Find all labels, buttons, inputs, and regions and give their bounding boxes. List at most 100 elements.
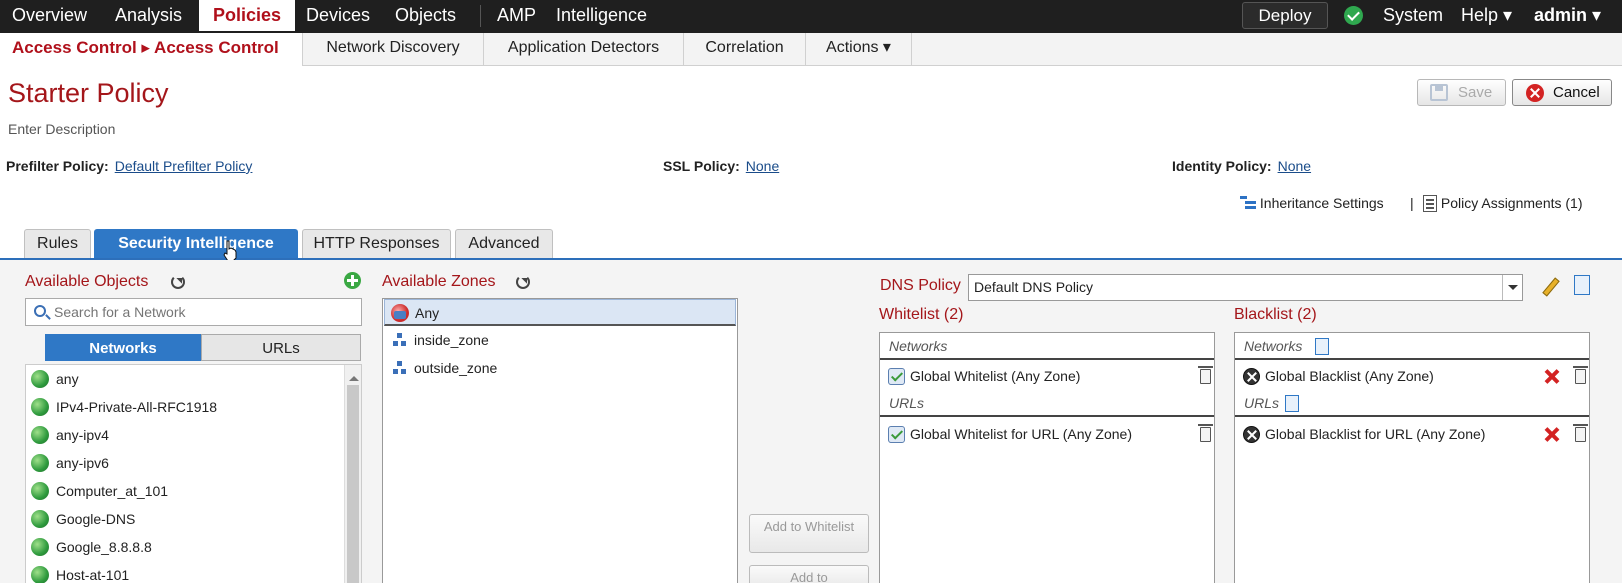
identity-policy: Identity Policy: None [1172, 158, 1311, 174]
tab-http-responses[interactable]: HTTP Responses [302, 229, 451, 259]
nav-objects[interactable]: Objects [395, 0, 456, 31]
blacklist-network-item[interactable]: Global Blacklist (Any Zone) [1235, 363, 1589, 390]
nav-system[interactable]: System [1383, 0, 1443, 31]
zone-item-any[interactable]: Any [384, 299, 736, 326]
segment-networks[interactable]: Networks [45, 334, 201, 361]
list-item-label: any-ipv4 [56, 427, 109, 443]
available-zones-list: Any inside_zone outside_zone [382, 298, 738, 583]
delete-trash-icon[interactable] [1198, 424, 1213, 442]
subnav-correlation[interactable]: Correlation [684, 33, 806, 66]
policy-assignments-link[interactable]: Policy Assignments (1) [1423, 195, 1583, 212]
tab-security-intelligence[interactable]: Security Intelligence [94, 229, 298, 259]
inheritance-settings-label: Inheritance Settings [1259, 195, 1384, 211]
dns-policy-value: Default DNS Policy [974, 279, 1094, 295]
zone-item-outside[interactable]: outside_zone [384, 355, 736, 382]
sub-navigation: Access Control ▸ Access Control Network … [0, 33, 1622, 66]
ssl-policy: SSL Policy: None [663, 158, 779, 174]
status-ok-icon[interactable] [1344, 6, 1363, 25]
available-objects-list: any IPv4-Private-All-RFC1918 any-ipv4 an… [25, 364, 362, 583]
delete-trash-icon[interactable] [1573, 424, 1588, 442]
blacklist-network-label: Global Blacklist (Any Zone) [1265, 368, 1434, 384]
nav-help[interactable]: Help ▾ [1461, 0, 1512, 31]
subnav-actions[interactable]: Actions ▾ [806, 33, 912, 66]
ssl-link[interactable]: None [746, 158, 779, 174]
add-to-whitelist-button[interactable]: Add to Whitelist [749, 514, 869, 553]
refresh-objects-icon[interactable] [171, 275, 185, 289]
zone-label: outside_zone [414, 360, 498, 376]
zone-label: Any [415, 305, 440, 321]
separator: | [1410, 195, 1414, 211]
list-item[interactable]: any-ipv6 [31, 452, 109, 474]
list-item-label: Google_8.8.8.8 [56, 539, 152, 555]
prefilter-policy: Prefilter Policy: Default Prefilter Polic… [6, 158, 252, 174]
whitelist-icon [888, 368, 905, 385]
blacklist-icon [1243, 368, 1260, 385]
subnav-application-detectors[interactable]: Application Detectors [484, 33, 684, 66]
view-report-icon[interactable] [1574, 275, 1590, 295]
top-navigation: Overview Analysis Policies Devices Objec… [0, 0, 1622, 33]
nav-policies[interactable]: Policies [199, 0, 295, 31]
nav-overview[interactable]: Overview [12, 0, 87, 31]
zone-item-inside[interactable]: inside_zone [384, 327, 736, 354]
blacklist-url-icon [1243, 426, 1260, 443]
identity-link[interactable]: None [1278, 158, 1311, 174]
delete-trash-icon[interactable] [1198, 366, 1213, 384]
prefilter-link[interactable]: Default Prefilter Policy [115, 158, 253, 174]
inheritance-settings-link[interactable]: Inheritance Settings [1240, 195, 1384, 211]
segment-urls[interactable]: URLs [201, 334, 361, 361]
policy-description[interactable]: Enter Description [8, 121, 115, 137]
list-item[interactable]: Google_8.8.8.8 [31, 536, 152, 558]
network-search-field[interactable] [25, 298, 362, 326]
search-input[interactable] [54, 304, 344, 320]
network-globe-icon [31, 426, 49, 444]
add-object-icon[interactable] [344, 272, 361, 289]
available-objects-title: Available Objects [25, 273, 149, 290]
list-item[interactable]: Computer_at_101 [31, 480, 168, 502]
prefilter-label: Prefilter Policy: [6, 158, 109, 174]
tab-advanced[interactable]: Advanced [455, 229, 553, 259]
blacklist-urls-report-icon[interactable] [1285, 395, 1299, 412]
list-item[interactable]: any-ipv4 [31, 424, 109, 446]
ssl-label: SSL Policy: [663, 158, 740, 174]
objects-scrollbar[interactable] [344, 365, 361, 583]
blacklist-networks-report-icon[interactable] [1315, 338, 1329, 355]
blacklist-title: Blacklist (2) [1234, 306, 1317, 323]
whitelist-url-icon [888, 426, 905, 443]
blacklist-urls-header: URLs [1235, 390, 1589, 417]
remove-x-icon[interactable] [1544, 426, 1560, 442]
cancel-button[interactable]: Cancel [1512, 79, 1612, 106]
tab-rules[interactable]: Rules [24, 229, 91, 259]
add-to-blacklist-button[interactable]: Add to [749, 565, 869, 583]
list-item[interactable]: IPv4-Private-All-RFC1918 [31, 396, 217, 418]
chevron-down-icon[interactable] [1502, 275, 1522, 300]
list-item[interactable]: any [31, 368, 79, 390]
breadcrumb[interactable]: Access Control ▸ Access Control [0, 33, 303, 66]
scroll-thumb[interactable] [347, 385, 359, 583]
whitelist-url-item[interactable]: Global Whitelist for URL (Any Zone) [880, 421, 1214, 448]
blacklist-url-item[interactable]: Global Blacklist for URL (Any Zone) [1235, 421, 1589, 448]
identity-label: Identity Policy: [1172, 158, 1272, 174]
nav-analysis[interactable]: Analysis [115, 0, 182, 31]
hand-cursor-icon [223, 240, 237, 262]
remove-x-icon[interactable] [1544, 368, 1560, 384]
list-item-label: Computer_at_101 [56, 483, 169, 499]
nav-intelligence[interactable]: Intelligence [556, 0, 647, 31]
zone-network-icon [393, 333, 407, 347]
dns-policy-select[interactable]: Default DNS Policy [968, 274, 1523, 301]
save-button[interactable]: Save [1417, 79, 1506, 106]
subnav-network-discovery[interactable]: Network Discovery [303, 33, 484, 66]
blacklist-url-label: Global Blacklist for URL (Any Zone) [1265, 426, 1486, 442]
nav-amp[interactable]: AMP [497, 0, 536, 31]
list-item[interactable]: Host-at-101 [31, 564, 129, 583]
network-globe-icon [31, 398, 49, 416]
whitelist-network-item[interactable]: Global Whitelist (Any Zone) [880, 363, 1214, 390]
deploy-button[interactable]: Deploy [1242, 2, 1328, 29]
delete-trash-icon[interactable] [1573, 366, 1588, 384]
scroll-up-arrow-icon[interactable] [349, 371, 359, 381]
refresh-zones-icon[interactable] [516, 275, 530, 289]
nav-devices[interactable]: Devices [306, 0, 370, 31]
hierarchy-icon [1240, 195, 1256, 211]
user-menu[interactable]: admin ▾ [1534, 0, 1601, 31]
list-item[interactable]: Google-DNS [31, 508, 135, 530]
network-globe-icon [31, 510, 49, 528]
